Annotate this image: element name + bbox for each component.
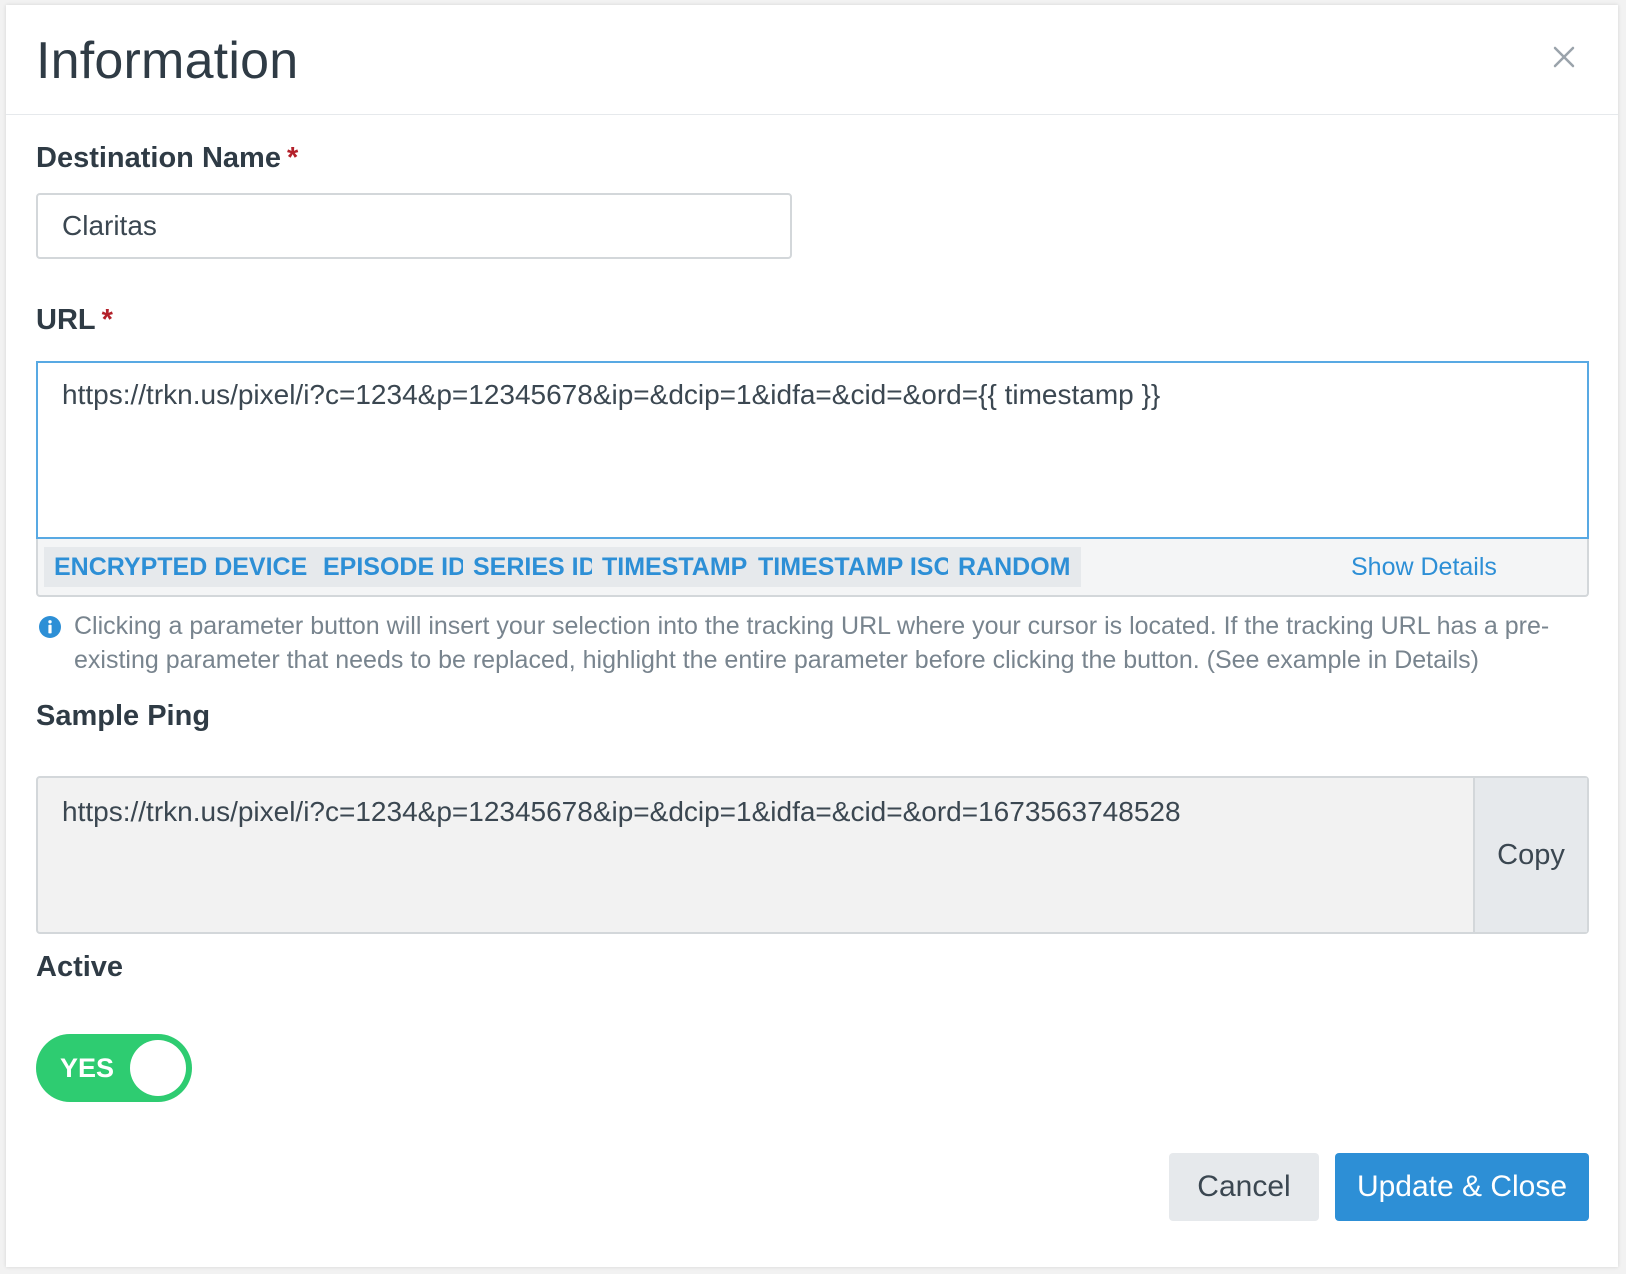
param-button-timestamp[interactable]: TIMESTAMP: [592, 547, 758, 587]
active-toggle[interactable]: YES: [36, 1034, 192, 1102]
param-button-random[interactable]: RANDOM: [948, 547, 1081, 587]
copy-button[interactable]: Copy: [1473, 778, 1587, 932]
close-icon[interactable]: [1546, 39, 1582, 75]
active-label: Active: [36, 951, 124, 983]
sample-ping-box: https://trkn.us/pixel/i?c=1234&p=1234567…: [36, 776, 1589, 934]
param-button-episode-id[interactable]: EPISODE ID: [313, 547, 477, 587]
param-button-encrypted-device-ip[interactable]: ENCRYPTED DEVICE IP: [44, 547, 348, 587]
toggle-knob: [130, 1040, 186, 1096]
sample-ping-value: https://trkn.us/pixel/i?c=1234&p=1234567…: [62, 796, 1181, 827]
sample-ping-label: Sample Ping: [36, 700, 211, 732]
url-label: URL *: [36, 304, 113, 336]
modal-header: Information: [6, 5, 1618, 115]
help-text: Clicking a parameter button will insert …: [74, 612, 1550, 674]
destination-name-input[interactable]: [36, 193, 792, 259]
url-textarea[interactable]: https://trkn.us/pixel/i?c=1234&p=1234567…: [36, 361, 1589, 539]
cancel-button[interactable]: Cancel: [1169, 1153, 1319, 1221]
toggle-state-label: YES: [60, 1053, 115, 1083]
url-help: Clicking a parameter button will insert …: [36, 609, 1586, 677]
required-marker: *: [101, 304, 113, 336]
show-details-link[interactable]: Show Details: [1351, 547, 1497, 587]
parameter-toolbar: ENCRYPTED DEVICE IP EPISODE ID SERIES ID…: [36, 539, 1589, 597]
update-close-button[interactable]: Update & Close: [1335, 1153, 1589, 1221]
param-button-timestamp-iso[interactable]: TIMESTAMP ISO: [748, 547, 963, 587]
info-icon: [39, 616, 61, 638]
information-modal: Information Destination Name* URL* https…: [6, 5, 1618, 1267]
modal-title: Information: [36, 32, 299, 90]
destination-name-label: Destination Name *: [36, 142, 299, 174]
param-button-series-id[interactable]: SERIES ID: [463, 547, 607, 587]
required-marker: *: [286, 142, 299, 174]
